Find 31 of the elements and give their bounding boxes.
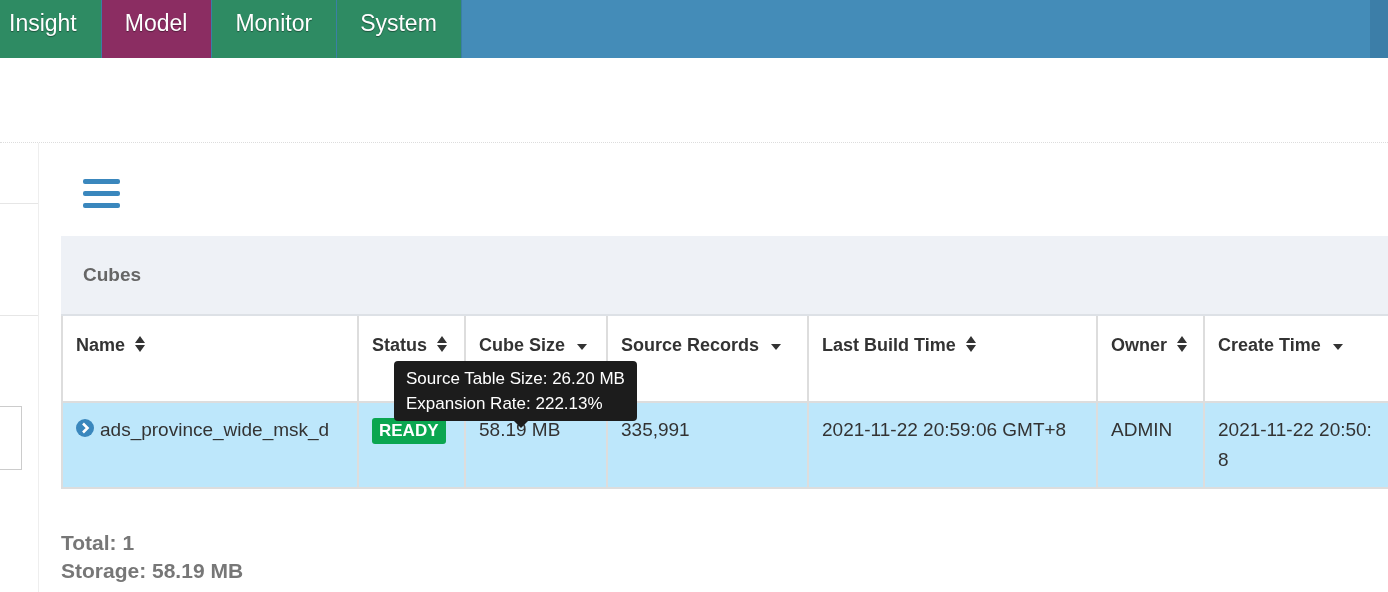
column-header[interactable]: Last Build Time — [822, 335, 977, 355]
table-cell: 335,991 — [607, 402, 808, 488]
nav-tab[interactable]: Monitor — [212, 0, 338, 58]
table-cell: ads_province_wide_msk_d — [62, 402, 358, 488]
column-header[interactable]: Owner — [1111, 335, 1189, 355]
panel-title: Cubes — [83, 264, 142, 286]
sort-descending-icon[interactable] — [576, 343, 589, 351]
sort-icon[interactable] — [134, 335, 147, 353]
nav-tab[interactable]: Model — [101, 0, 213, 58]
sidebar-field[interactable] — [0, 406, 22, 470]
table-cell: 2021-11-22 20:50: 8 — [1204, 402, 1388, 488]
summary-text: Storage: 58.19 MB — [61, 558, 245, 584]
sort-icon[interactable] — [964, 335, 977, 353]
sort-icon[interactable] — [436, 335, 449, 353]
expand-icon[interactable] — [76, 419, 94, 437]
status-badge: READY — [372, 418, 446, 444]
nav-tab[interactable]: System — [337, 0, 462, 58]
sort-icon[interactable] — [1176, 335, 1189, 353]
tooltip-arrow — [514, 421, 528, 428]
sort-descending-icon[interactable] — [770, 343, 783, 351]
menu-icon[interactable] — [83, 179, 120, 209]
column-header[interactable]: Status — [372, 335, 449, 355]
column-header[interactable]: Cube Size — [479, 335, 589, 355]
nav-tab[interactable]: Insight — [0, 0, 102, 58]
column-header[interactable]: Source Records — [621, 335, 783, 355]
table-cell: 2021-11-22 20:59:06 GMT+8 — [808, 402, 1097, 488]
column-header[interactable]: Create Time — [1218, 335, 1344, 355]
table-cell: ADMIN — [1097, 402, 1204, 488]
sort-descending-icon[interactable] — [1331, 343, 1344, 351]
column-header[interactable]: Name — [76, 335, 147, 355]
summary-text: Total: 1 — [61, 530, 136, 556]
